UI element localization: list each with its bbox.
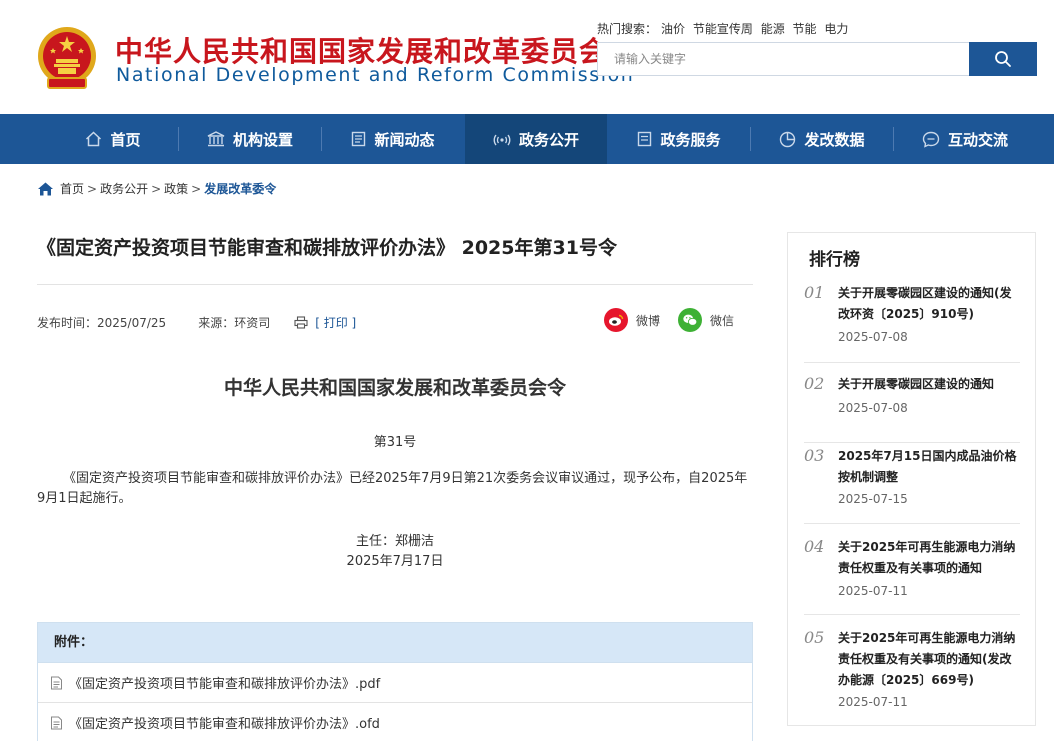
decree-number: 第31号 [373, 435, 417, 450]
attachments-panel: 附件： 《固定资产投资项目节能审查和碳排放评价办法》.pdf 《固定资产投资项目… [37, 622, 753, 741]
home-icon[interactable] [37, 181, 54, 197]
hot-term[interactable]: 节能 [793, 22, 817, 36]
rank-number: 04 [804, 537, 825, 556]
chat-icon [922, 131, 940, 148]
ranking-item: 02 关于开展零碳园区建设的通知 2025-07-08 [804, 374, 1020, 443]
publish-date: 2025/07/25 [97, 315, 167, 330]
nav-item-interaction[interactable]: 互动交流 [894, 114, 1036, 164]
hot-search-label: 热门搜索： [597, 22, 658, 36]
hot-term[interactable]: 电力 [824, 22, 848, 36]
institution-icon [207, 131, 225, 147]
search-box [597, 42, 1037, 76]
share-weibo-label: 微博 [636, 313, 661, 328]
article-title: 《固定资产投资项目节能审查和碳排放评价办法》 2025年第31号令 [37, 237, 617, 259]
print-button[interactable]: [ 打印 ] [294, 314, 356, 331]
source-label: 来源： [198, 316, 235, 330]
nav-item-government-affairs[interactable]: 政务公开 [465, 114, 607, 164]
news-icon [352, 131, 366, 147]
weibo-icon [604, 308, 628, 332]
attachments-header: 附件： [38, 623, 752, 663]
rank-date: 2025-07-08 [838, 330, 908, 344]
rank-number: 02 [804, 374, 825, 393]
source-value: 环资司 [234, 316, 271, 330]
attachment-link[interactable]: 《固定资产投资项目节能审查和碳排放评价办法》.pdf [38, 663, 752, 703]
nav-item-services[interactable]: 政务服务 [608, 114, 750, 164]
nav-label: 发改数据 [804, 130, 865, 149]
rank-date: 2025-07-11 [838, 695, 908, 709]
home-icon [86, 131, 102, 147]
signal-icon [493, 134, 511, 146]
hot-search: 热门搜索： 油价 节能宣传周 能源 节能 电力 [597, 20, 852, 37]
rank-number: 05 [804, 628, 825, 647]
breadcrumb-current[interactable]: 发展改革委令 [204, 180, 276, 197]
printer-icon [294, 316, 308, 329]
article-meta: 发布时间： 2025/07/25 来源： 环资司 [ 打印 ] [37, 314, 356, 331]
org-name-en: National Development and Reform Commissi… [116, 64, 635, 86]
nav-item-home[interactable]: 首页 [48, 114, 178, 164]
rank-number: 03 [804, 446, 825, 465]
pie-chart-icon [780, 131, 796, 147]
decree-body: 《固定资产投资项目节能审查和碳排放评价办法》已经2025年7月9日第21次委务会… [37, 471, 748, 506]
wechat-icon [678, 308, 702, 332]
site-header: 中华人民共和国国家发展和改革委员会 National Development a… [0, 0, 1054, 114]
nav-label: 机构设置 [232, 130, 293, 149]
ranking-item: 03 2025年7月15日国内成品油价格按机制调整 2025-07-15 [804, 446, 1020, 524]
file-icon [51, 676, 62, 689]
nav-label: 互动交流 [947, 130, 1008, 149]
breadcrumb: 首页 > 政务公开 > 政策 > 发展改革委令 [37, 180, 276, 197]
rank-title-link[interactable]: 关于2025年可再生能源电力消纳责任权重及有关事项的通知(发改办能源〔2025〕… [838, 628, 1022, 691]
breadcrumb-link[interactable]: 政策 [164, 180, 188, 197]
search-icon [995, 51, 1011, 67]
signer: 主任：郑栅洁 [355, 534, 434, 549]
attachment-name: 《固定资产投资项目节能审查和碳排放评价办法》.pdf [69, 677, 381, 692]
nav-item-data[interactable]: 发改数据 [751, 114, 893, 164]
main-nav: 首页 机构设置 新闻动态 政务公开 政务服务 发改数据 互动交流 [0, 114, 1054, 164]
hot-term[interactable]: 油价 [661, 22, 685, 36]
nav-label: 政务公开 [518, 130, 579, 149]
breadcrumb-separator: > [191, 181, 202, 196]
rank-number: 01 [804, 283, 825, 302]
hot-term[interactable]: 节能宣传周 [693, 22, 753, 36]
ranking-title: 排行榜 [809, 250, 860, 270]
share-wechat-label: 微信 [710, 313, 735, 328]
nav-item-institution[interactable]: 机构设置 [179, 114, 321, 164]
national-emblem-icon[interactable] [36, 24, 98, 92]
rank-title-link[interactable]: 关于开展零碳园区建设的通知(发改环资〔2025〕910号) [838, 283, 1022, 325]
ranking-item: 05 关于2025年可再生能源电力消纳责任权重及有关事项的通知(发改办能源〔20… [804, 628, 1020, 718]
nav-label: 新闻动态 [374, 130, 435, 149]
rank-date: 2025-07-08 [838, 401, 908, 415]
share-wechat-button[interactable]: 微信 [678, 308, 734, 332]
breadcrumb-link[interactable]: 首页 [60, 180, 84, 197]
share-weibo-button[interactable]: 微博 [604, 308, 660, 332]
attachment-link[interactable]: 《固定资产投资项目节能审查和碳排放评价办法》.ofd [38, 703, 752, 741]
print-label: [ 打印 ] [315, 316, 357, 330]
title-divider [37, 284, 753, 285]
search-input[interactable] [598, 43, 970, 75]
ranking-item: 04 关于2025年可再生能源电力消纳责任权重及有关事项的通知 2025-07-… [804, 537, 1020, 615]
nav-label: 首页 [110, 130, 141, 149]
search-button[interactable] [969, 42, 1037, 76]
decree-heading: 中华人民共和国国家发展和改革委员会令 [223, 377, 566, 399]
rank-title-link[interactable]: 关于2025年可再生能源电力消纳责任权重及有关事项的通知 [838, 537, 1022, 579]
nav-item-news[interactable]: 新闻动态 [322, 114, 464, 164]
nav-label: 政务服务 [660, 130, 721, 149]
file-icon [51, 716, 62, 729]
rank-title-link[interactable]: 2025年7月15日国内成品油价格按机制调整 [838, 446, 1022, 488]
attachment-name: 《固定资产投资项目节能审查和碳排放评价办法》.ofd [69, 717, 380, 732]
ranking-item: 01 关于开展零碳园区建设的通知(发改环资〔2025〕910号) 2025-07… [804, 283, 1020, 363]
service-icon [638, 131, 652, 147]
rank-title-link[interactable]: 关于开展零碳园区建设的通知 [838, 374, 1022, 395]
publish-label: 发布时间： [37, 316, 98, 330]
rank-date: 2025-07-15 [838, 492, 908, 506]
breadcrumb-separator: > [87, 181, 98, 196]
rank-date: 2025-07-11 [838, 584, 908, 598]
breadcrumb-separator: > [151, 181, 162, 196]
sign-date: 2025年7月17日 [346, 554, 444, 569]
ranking-panel: 排行榜 01 关于开展零碳园区建设的通知(发改环资〔2025〕910号) 202… [787, 232, 1036, 726]
hot-term[interactable]: 能源 [761, 22, 785, 36]
breadcrumb-link[interactable]: 政务公开 [100, 180, 148, 197]
